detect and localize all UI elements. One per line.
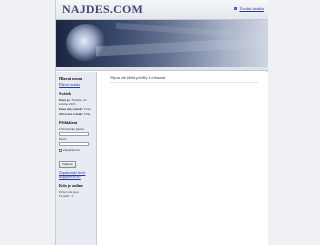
content-divider — [110, 82, 258, 83]
today-date: Dnes je: Neděle, 25. května 2025 — [59, 98, 88, 107]
site-logo[interactable]: NAJDES.COM — [62, 2, 143, 17]
page-container: NAJDES.COM Úvodní stránka Hlavní menu Hl… — [55, 0, 268, 245]
tomorrow-name-day: Zítra má svátek: Filip — [59, 111, 91, 116]
home-icon — [234, 7, 238, 10]
empty-notice: Nejsou zde žádné položky k zobrazení — [110, 76, 166, 80]
login-button[interactable]: Přihlásit — [59, 160, 76, 168]
home-link-label[interactable]: Úvodní stránka — [239, 6, 264, 11]
header-bar: NAJDES.COM Úvodní stránka — [56, 0, 268, 20]
register-link[interactable]: Registrovat se! — [59, 175, 94, 179]
username-label: Uživatelské jméno — [59, 126, 85, 131]
main-content: Nejsou zde žádné položky k zobrazení — [98, 72, 268, 245]
remember-label: Zapamatovat — [63, 148, 80, 153]
login-heading: Přihlášení — [59, 119, 78, 125]
password-label: Heslo — [59, 137, 67, 142]
header-banner — [56, 20, 268, 67]
home-link[interactable]: Úvodní stránka — [234, 6, 264, 11]
main-page-link[interactable]: Hlavní stránka — [59, 83, 94, 87]
banner-light-streak — [96, 37, 266, 57]
online-count: Čtenáři : 3 — [59, 194, 74, 199]
menu-heading: Hlavní menu — [59, 76, 83, 81]
banner-divider — [56, 67, 268, 71]
username-field[interactable] — [59, 132, 89, 137]
remember-checkbox[interactable] — [59, 148, 62, 152]
banner-globe-graphic — [66, 24, 106, 62]
calendar-heading: Svátek — [59, 91, 72, 96]
online-heading: Kdo je online — [59, 183, 83, 189]
banner-light-streak — [116, 22, 266, 40]
remember-row: Zapamatovat — [59, 148, 94, 152]
password-field[interactable] — [59, 142, 89, 147]
left-sidebar: Hlavní menu Hlavní stránka Svátek Dnes j… — [56, 72, 97, 245]
